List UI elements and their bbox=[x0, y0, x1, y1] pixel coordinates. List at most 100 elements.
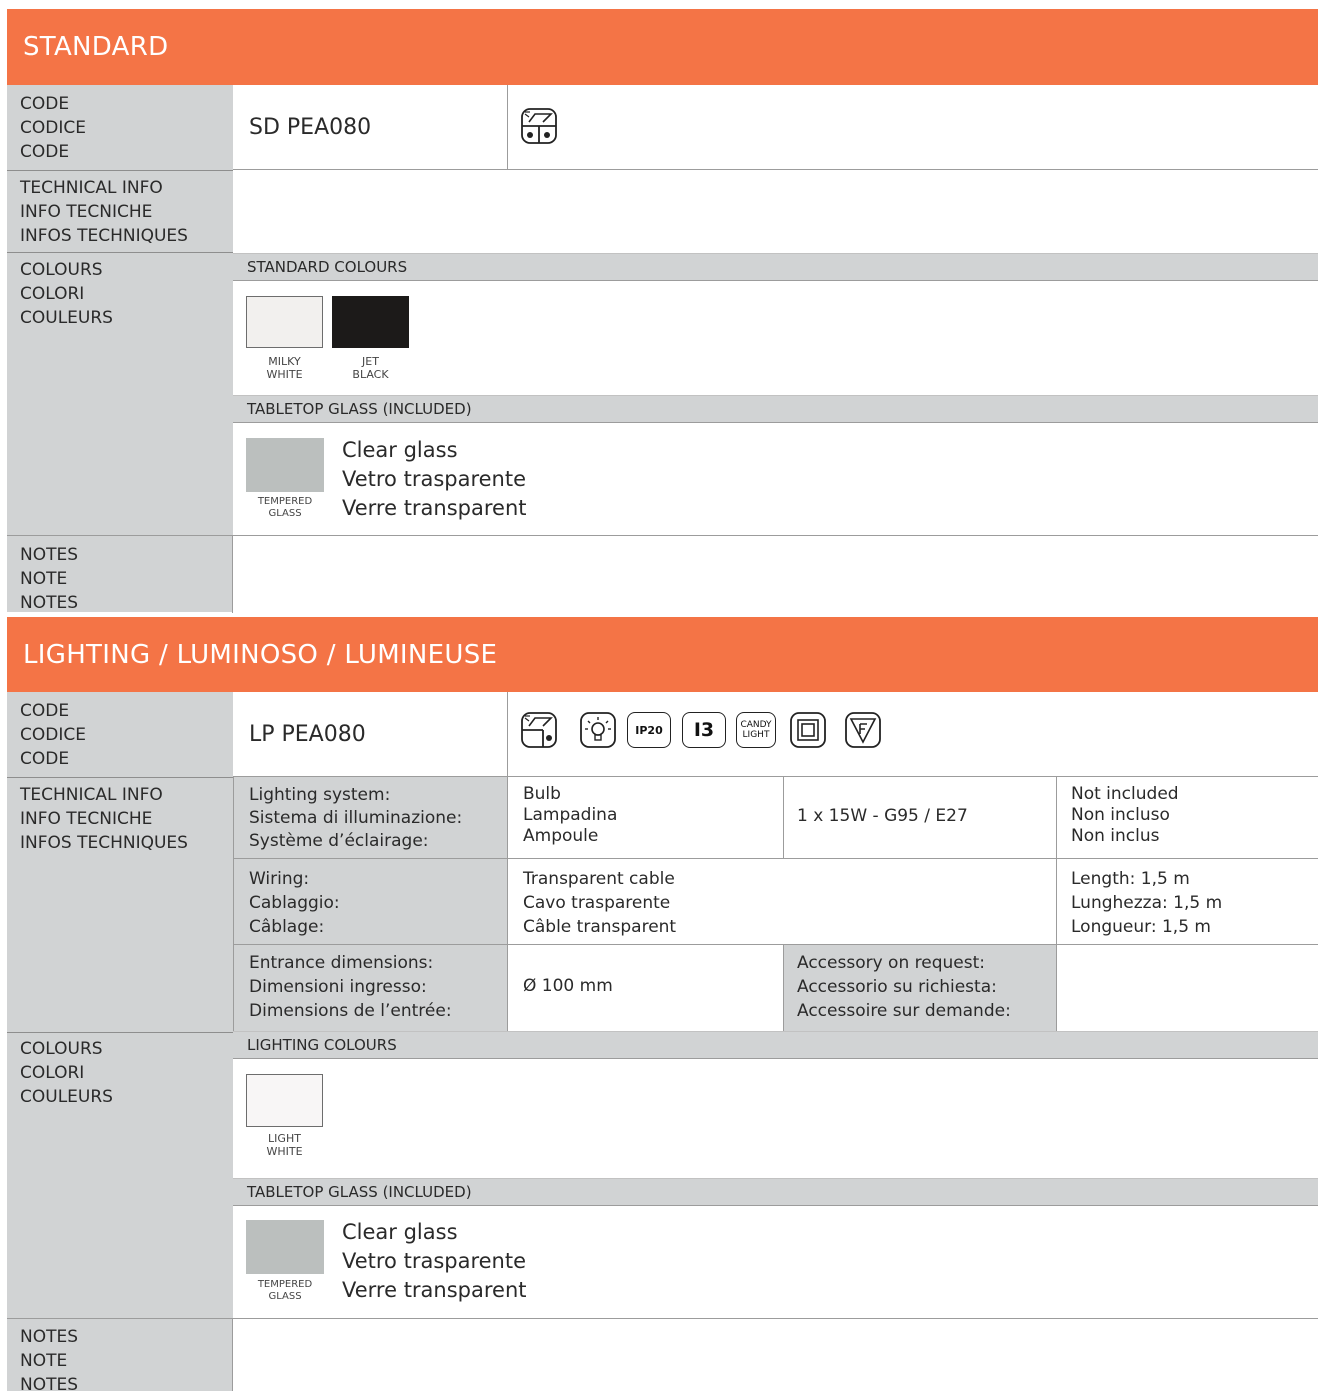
lighting-section-header: LIGHTING / LUMINOSO / LUMINEUSE bbox=[7, 617, 1318, 692]
notes-label-it: NOTE bbox=[20, 569, 68, 589]
standard-header-title: STANDARD bbox=[23, 32, 169, 62]
cell-line: Transparent cable bbox=[523, 869, 675, 889]
code-label-it: CODICE bbox=[20, 725, 86, 745]
divider bbox=[233, 858, 1318, 859]
cell-line: Cavo trasparente bbox=[523, 893, 671, 913]
swatch-jet-black-label: JET BLACK bbox=[332, 355, 409, 381]
swatch-light-white bbox=[246, 1074, 323, 1127]
cell-line: Ø 100 mm bbox=[523, 976, 613, 996]
standard-code-text: SD PEA080 bbox=[249, 114, 372, 140]
accessory-label: Accessory on request: Accessorio su rich… bbox=[797, 951, 1011, 1023]
cell-line: Lampadina bbox=[523, 805, 618, 825]
wiring-length: Length: 1,5 m Lunghezza: 1,5 m Longueur:… bbox=[1071, 867, 1222, 939]
divider bbox=[507, 692, 508, 776]
divider bbox=[507, 85, 508, 169]
divider bbox=[1056, 777, 1057, 1032]
glass-text-fr: Verre transparent bbox=[342, 1278, 527, 1302]
standard-notes-label: NOTES NOTE NOTES bbox=[7, 540, 233, 615]
cell-line: Lighting system: bbox=[249, 785, 391, 805]
cell-line: Wiring: bbox=[249, 869, 310, 889]
swatch-tempered-glass bbox=[246, 438, 324, 492]
glass-header-text: TABLETOP GLASS (INCLUDED) bbox=[247, 400, 472, 418]
code-label-en: CODE bbox=[20, 94, 70, 114]
lighting-system-value: Bulb Lampadina Ampoule bbox=[523, 784, 617, 847]
lighting-system-label: Lighting system: Sistema di illuminazion… bbox=[249, 784, 462, 853]
notes-label-en: NOTES bbox=[20, 1327, 79, 1347]
swatch-milky-white bbox=[246, 296, 323, 348]
cell-line: Sistema di illuminazione: bbox=[249, 808, 463, 828]
wiring-label: Wiring: Cablaggio: Câblage: bbox=[249, 867, 340, 939]
light-text: LIGHT bbox=[742, 730, 770, 740]
glass-text-fr: Verre transparent bbox=[342, 496, 527, 520]
code-label-fr: CODE bbox=[20, 749, 70, 769]
cell-line: Ampoule bbox=[523, 826, 599, 846]
cell-line: Système d’éclairage: bbox=[249, 831, 429, 851]
divider bbox=[7, 252, 233, 253]
bulb-icon bbox=[580, 712, 616, 748]
divider bbox=[7, 1318, 1318, 1319]
lighting-colours-header: LIGHTING COLOURS bbox=[233, 1031, 1318, 1059]
cell-line: Non inclus bbox=[1071, 826, 1160, 846]
wiring-value: Transparent cable Cavo trasparente Câble… bbox=[523, 867, 676, 939]
glass-text-en: Clear glass bbox=[342, 1220, 458, 1244]
lighting-colours-header-text: LIGHTING COLOURS bbox=[247, 1036, 397, 1054]
swatch-name-line: TEMPERED bbox=[257, 1279, 313, 1290]
swatch-name-line: MILKY bbox=[268, 355, 301, 368]
tech-label-it: INFO TECNICHE bbox=[20, 809, 153, 829]
lighting-colours-label: COLOURS COLORI COULEURS bbox=[7, 1034, 233, 1109]
lighting-glass-description: Clear glass Vetro trasparente Verre tran… bbox=[342, 1218, 527, 1305]
lighting-notes-label: NOTES NOTE NOTES bbox=[7, 1322, 233, 1391]
divider bbox=[232, 536, 233, 613]
swatch-name-line: GLASS bbox=[268, 508, 302, 519]
divider bbox=[7, 1032, 233, 1033]
standard-glass-description: Clear glass Vetro trasparente Verre tran… bbox=[342, 436, 527, 523]
tech-label-fr: INFOS TECHNIQUES bbox=[20, 833, 188, 853]
colours-label-fr: COULEURS bbox=[20, 308, 113, 328]
divider bbox=[233, 777, 234, 1032]
colours-label-it: COLORI bbox=[20, 284, 85, 304]
swatch-name-line: GLASS bbox=[268, 1291, 302, 1302]
standard-section-header: STANDARD bbox=[7, 9, 1318, 85]
standard-colours-label: COLOURS COLORI COULEURS bbox=[7, 255, 233, 330]
standard-colours-header-text: STANDARD COLOURS bbox=[247, 258, 408, 276]
glass-text-it: Vetro trasparente bbox=[342, 1249, 527, 1273]
table-lamp-icon bbox=[521, 108, 557, 144]
standard-tech-label: TECHNICAL INFO INFO TECNICHE INFOS TECHN… bbox=[7, 173, 233, 248]
tech-label-it: INFO TECNICHE bbox=[20, 202, 153, 222]
standard-colours-header: STANDARD COLOURS bbox=[233, 253, 1318, 281]
swatch-name-line: BLACK bbox=[352, 368, 389, 381]
swatch-name-line: LIGHT bbox=[268, 1132, 301, 1145]
standard-code-label: CODE CODICE CODE bbox=[7, 89, 233, 164]
double-insulation-icon bbox=[790, 712, 826, 748]
divider bbox=[507, 777, 508, 1032]
swatch-name-line: WHITE bbox=[266, 1145, 303, 1158]
cell-line: 1 x 15W - G95 / E27 bbox=[797, 806, 968, 826]
lighting-header-title: LIGHTING / LUMINOSO / LUMINEUSE bbox=[23, 639, 498, 670]
cell-line: Câble transparent bbox=[523, 917, 677, 937]
colours-label-en: COLOURS bbox=[20, 260, 103, 280]
notes-label-fr: NOTES bbox=[20, 1375, 79, 1391]
cell-line: Entrance dimensions: bbox=[249, 953, 434, 973]
cell-line: Cablaggio: bbox=[249, 893, 340, 913]
ip20-icon: IP20 bbox=[627, 712, 671, 748]
entrance-dimensions-value: Ø 100 mm bbox=[523, 976, 613, 997]
glass-text-en: Clear glass bbox=[342, 438, 458, 462]
code-label-fr: CODE bbox=[20, 142, 70, 162]
cell-line: Longueur: 1,5 m bbox=[1071, 917, 1211, 937]
lighting-tech-label: TECHNICAL INFO INFO TECNICHE INFOS TECHN… bbox=[7, 780, 233, 855]
swatch-name-line: JET bbox=[362, 355, 379, 368]
notes-label-en: NOTES bbox=[20, 545, 79, 565]
standard-glass-header: TABLETOP GLASS (INCLUDED) bbox=[233, 395, 1318, 423]
tech-label-fr: INFOS TECHNIQUES bbox=[20, 226, 188, 246]
cell-line: Dimensions de l’entrée: bbox=[249, 1001, 452, 1021]
swatch-name-line: TEMPERED bbox=[257, 496, 313, 507]
cell-line: Not included bbox=[1071, 784, 1179, 804]
tech-label-en: TECHNICAL INFO bbox=[20, 178, 163, 198]
notes-label-fr: NOTES bbox=[20, 593, 79, 613]
glass-text-it: Vetro trasparente bbox=[342, 467, 527, 491]
entrance-dimensions-label: Entrance dimensions: Dimensioni ingresso… bbox=[249, 951, 452, 1023]
lighting-glass-header: TABLETOP GLASS (INCLUDED) bbox=[233, 1178, 1318, 1206]
cell-line: Câblage: bbox=[249, 917, 325, 937]
lighting-system-note: Not included Non incluso Non inclus bbox=[1071, 784, 1179, 847]
colours-label-en: COLOURS bbox=[20, 1039, 103, 1059]
